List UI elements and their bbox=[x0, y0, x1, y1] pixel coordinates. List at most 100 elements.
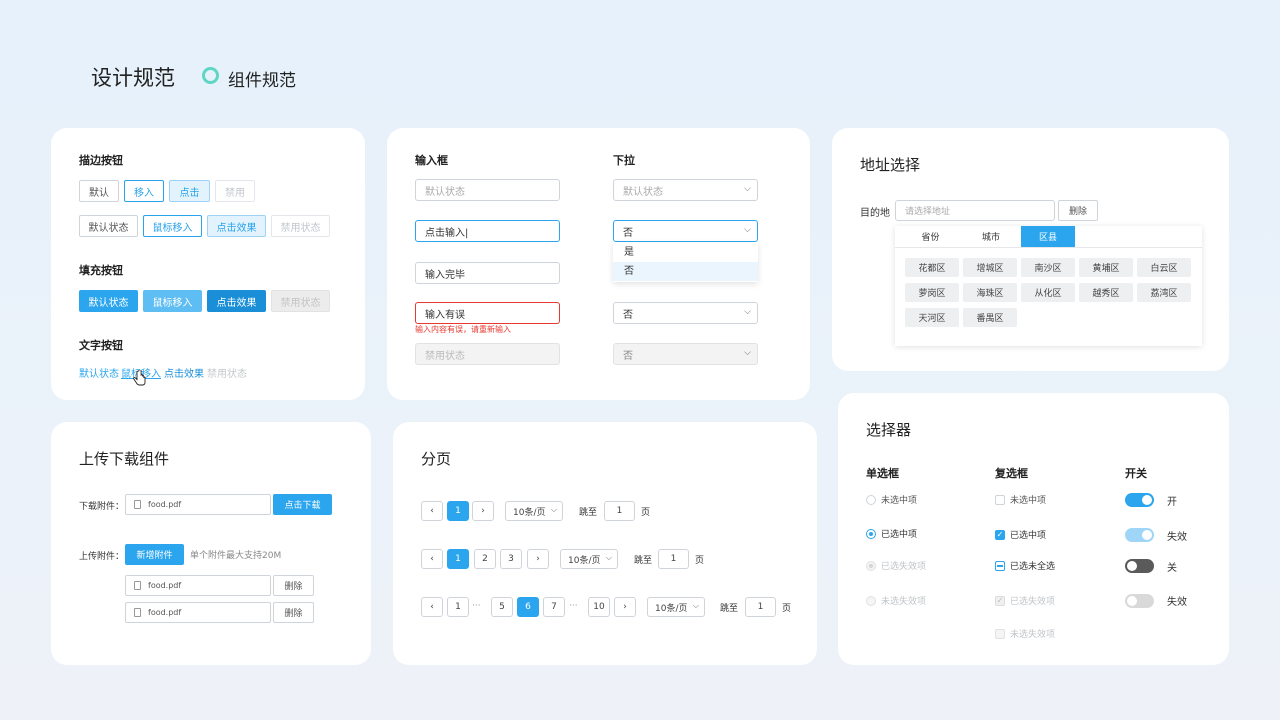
address-tab-province[interactable]: 省份 bbox=[895, 226, 966, 247]
fill-click-button[interactable]: 点击效果 bbox=[207, 290, 266, 312]
switch-on[interactable] bbox=[1125, 493, 1154, 507]
input-error[interactable]: 输入有误 bbox=[415, 302, 560, 324]
checkbox-indeterminate[interactable] bbox=[995, 561, 1005, 571]
delete-file-button[interactable]: 删除 bbox=[273, 575, 314, 596]
page-button[interactable]: 3 bbox=[500, 549, 522, 569]
download-button[interactable]: 点击下载 bbox=[273, 494, 332, 515]
address-placeholder: 请选择地址 bbox=[905, 207, 951, 217]
download-label: 下载附件： bbox=[79, 502, 125, 512]
chevron-down-icon: ⌵ bbox=[744, 225, 751, 235]
district-option[interactable]: 从化区 bbox=[1021, 283, 1075, 302]
district-option[interactable]: 海珠区 bbox=[963, 283, 1017, 302]
page-button[interactable]: 7 bbox=[543, 597, 565, 617]
outline-hover-large-button[interactable]: 鼠标移入 bbox=[143, 215, 202, 237]
district-option[interactable]: 番禺区 bbox=[963, 308, 1017, 327]
page-button[interactable]: 1 bbox=[447, 597, 469, 617]
next-page-button[interactable]: › bbox=[614, 597, 636, 617]
page-button[interactable]: 6 bbox=[517, 597, 539, 617]
district-option[interactable]: 越秀区 bbox=[1079, 283, 1133, 302]
page-button[interactable]: 1 bbox=[447, 549, 469, 569]
buttons-card: 描边按钮 默认 移入 点击 禁用 默认状态 鼠标移入 点击效果 禁用状态 填充按… bbox=[51, 128, 365, 400]
checkbox-label: 未选中项 bbox=[1010, 496, 1047, 506]
district-option[interactable]: 荔湾区 bbox=[1137, 283, 1191, 302]
fill-hover-button[interactable]: 鼠标移入 bbox=[143, 290, 202, 312]
address-input[interactable]: 请选择地址 bbox=[895, 200, 1055, 221]
page-unit: 页 bbox=[695, 556, 705, 566]
prev-page-button[interactable]: ‹ bbox=[421, 549, 443, 569]
delete-file-button[interactable]: 删除 bbox=[273, 602, 314, 623]
checkbox-label: 已选未全选 bbox=[1010, 562, 1056, 572]
page-button[interactable]: 1 bbox=[447, 501, 469, 521]
select-third[interactable]: 否 ⌵ bbox=[613, 302, 758, 324]
outline-click-large-button[interactable]: 点击效果 bbox=[207, 215, 266, 237]
page-button[interactable]: 2 bbox=[474, 549, 496, 569]
address-tab-district[interactable]: 区县 bbox=[1021, 226, 1075, 247]
jump-input[interactable]: 1 bbox=[745, 597, 776, 617]
outline-default-large-button[interactable]: 默认状态 bbox=[79, 215, 138, 237]
checkbox-unchecked[interactable] bbox=[995, 495, 1005, 505]
address-tab-city[interactable]: 城市 bbox=[964, 226, 1018, 247]
input-done[interactable]: 输入完毕 bbox=[415, 262, 560, 284]
page-size-select[interactable]: 10条/页 ⌵ bbox=[560, 549, 618, 569]
page-button[interactable]: 10 bbox=[588, 597, 610, 617]
fill-title: 填充按钮 bbox=[79, 264, 123, 277]
radio-unchecked[interactable] bbox=[866, 495, 876, 505]
switch-off[interactable] bbox=[1125, 559, 1154, 573]
jump-label: 跳至 bbox=[720, 604, 739, 614]
select-open[interactable]: 否 ⌵ bbox=[613, 220, 758, 242]
text-click-button[interactable]: 点击效果 bbox=[164, 365, 204, 380]
file-icon bbox=[134, 581, 141, 590]
address-title: 地址选择 bbox=[860, 156, 921, 174]
select-third-value: 否 bbox=[623, 309, 633, 321]
chevron-down-icon: ⌵ bbox=[744, 184, 751, 194]
checkbox-checked[interactable]: ✓ bbox=[995, 530, 1005, 540]
address-delete-button[interactable]: 删除 bbox=[1058, 200, 1098, 221]
page-button[interactable]: 5 bbox=[491, 597, 513, 617]
pagination-title: 分页 bbox=[421, 450, 452, 468]
fill-default-button[interactable]: 默认状态 bbox=[79, 290, 138, 312]
text-title: 文字按钮 bbox=[79, 339, 123, 352]
radio-checked[interactable] bbox=[866, 529, 876, 539]
prev-page-button[interactable]: ‹ bbox=[421, 501, 443, 521]
radio-label: 未选失效项 bbox=[881, 597, 927, 607]
outline-default-button[interactable]: 默认 bbox=[79, 180, 119, 202]
checkbox-label: 未选失效项 bbox=[1010, 630, 1056, 640]
upload-card: 上传下载组件 下载附件： food.pdf 点击下载 上传附件： 新增附件 单个… bbox=[51, 422, 371, 665]
select-default[interactable]: 默认状态 ⌵ bbox=[613, 179, 758, 201]
ring-icon bbox=[202, 67, 219, 84]
prev-page-button[interactable]: ‹ bbox=[421, 597, 443, 617]
input-typing[interactable]: 点击输入| bbox=[415, 220, 560, 242]
outline-title: 描边按钮 bbox=[79, 154, 123, 167]
select-option[interactable]: 否 bbox=[613, 262, 758, 281]
district-option[interactable]: 增城区 bbox=[963, 258, 1017, 277]
district-option[interactable]: 黄埔区 bbox=[1079, 258, 1133, 277]
district-option[interactable]: 天河区 bbox=[905, 308, 959, 327]
page-size-select[interactable]: 10条/页 ⌵ bbox=[505, 501, 563, 521]
outline-hover-button[interactable]: 移入 bbox=[124, 180, 164, 202]
district-option[interactable]: 花都区 bbox=[905, 258, 959, 277]
radio-unchecked-disabled bbox=[866, 596, 876, 606]
district-option[interactable]: 白云区 bbox=[1137, 258, 1191, 277]
district-option[interactable]: 南沙区 bbox=[1021, 258, 1075, 277]
next-page-button[interactable]: › bbox=[527, 549, 549, 569]
input-error-message: 输入内容有误，请重新输入 bbox=[415, 325, 511, 334]
jump-input[interactable]: 1 bbox=[658, 549, 689, 569]
add-attachment-button[interactable]: 新增附件 bbox=[125, 544, 184, 565]
file-icon bbox=[134, 500, 141, 509]
text-default-button[interactable]: 默认状态 bbox=[79, 365, 119, 380]
page-unit: 页 bbox=[641, 508, 651, 518]
next-page-button[interactable]: › bbox=[472, 501, 494, 521]
uploaded-file-name: food.pdf bbox=[148, 581, 182, 590]
text-disabled-button: 禁用状态 bbox=[207, 369, 247, 380]
input-disabled: 禁用状态 bbox=[415, 343, 560, 365]
page-size-select[interactable]: 10条/页 ⌵ bbox=[647, 597, 705, 617]
radio-title: 单选框 bbox=[866, 467, 899, 480]
chevron-down-icon: ⌵ bbox=[692, 601, 699, 610]
input-default[interactable]: 默认状态 bbox=[415, 179, 560, 201]
switch-label: 开 bbox=[1167, 497, 1177, 508]
outline-click-button[interactable]: 点击 bbox=[169, 180, 210, 202]
jump-input[interactable]: 1 bbox=[604, 501, 635, 521]
district-option[interactable]: 萝岗区 bbox=[905, 283, 959, 302]
select-option[interactable]: 是 bbox=[613, 243, 758, 262]
radio-label: 已选失效项 bbox=[881, 562, 927, 572]
